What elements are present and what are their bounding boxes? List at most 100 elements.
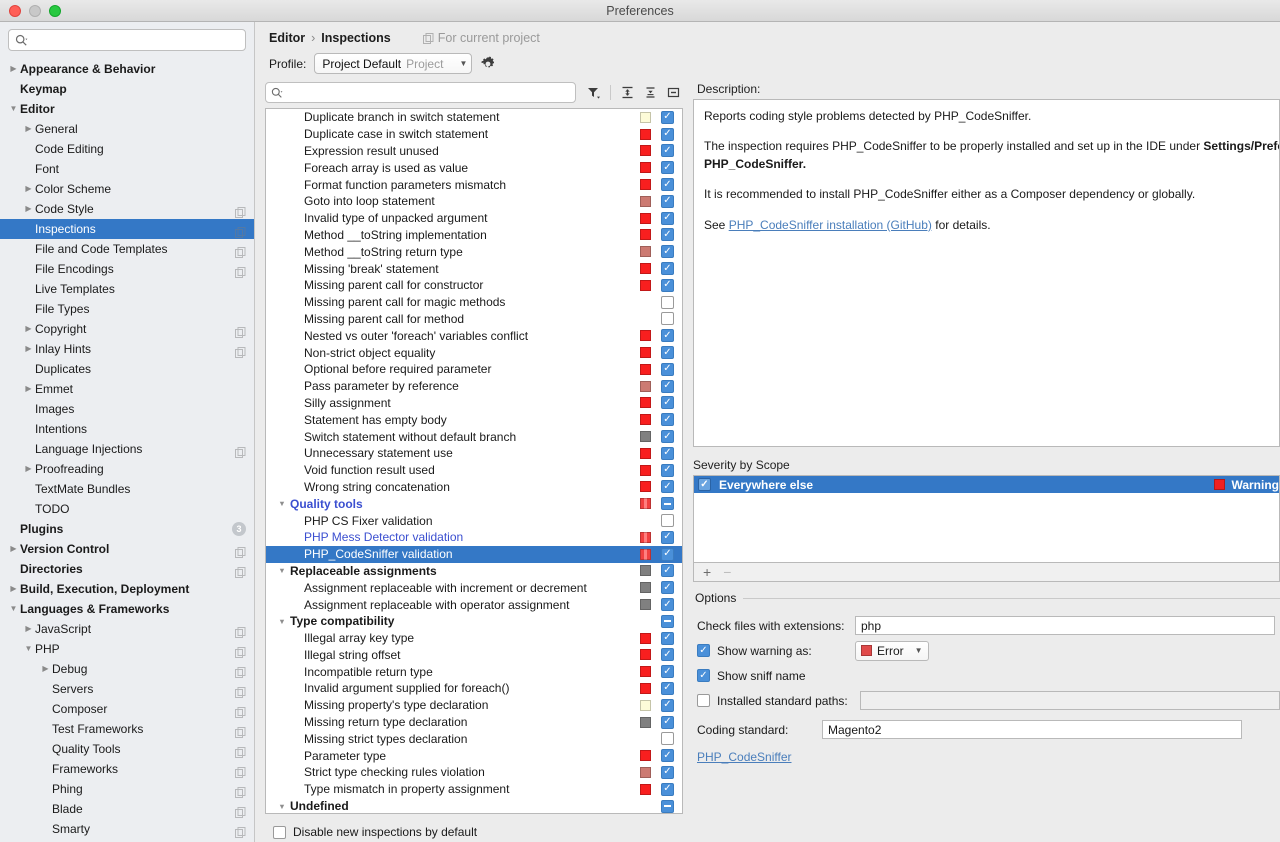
sidebar-item-general[interactable]: ▶General [0,119,254,139]
chevron-down-icon[interactable]: ▼ [276,566,288,575]
chevron-right-icon[interactable]: ▶ [7,539,20,559]
inspection-enabled-checkbox[interactable]: ✓ [661,766,674,779]
inspection-row[interactable]: Parameter type✓ [266,747,682,764]
sidebar-item-quality-tools[interactable]: Quality Tools [0,739,254,759]
inspection-row[interactable]: Incompatible return type✓ [266,663,682,680]
sidebar-item-appearance-behavior[interactable]: ▶Appearance & Behavior [0,59,254,79]
expand-all-icon[interactable] [618,83,637,102]
inspection-enabled-checkbox[interactable]: ✓ [661,413,674,426]
inspection-enabled-checkbox[interactable] [661,615,674,628]
remove-scope-button[interactable]: − [723,564,731,580]
sidebar-item-proofreading[interactable]: ▶Proofreading [0,459,254,479]
add-scope-button[interactable]: + [703,564,711,580]
sidebar-search-input[interactable] [31,32,245,48]
inspection-row[interactable]: Missing parent call for method [266,311,682,328]
sidebar-item-copyright[interactable]: ▶Copyright [0,319,254,339]
inspection-enabled-checkbox[interactable] [661,296,674,309]
inspection-enabled-checkbox[interactable]: ✓ [661,363,674,376]
inspection-enabled-checkbox[interactable]: ✓ [661,380,674,393]
inspection-enabled-checkbox[interactable] [661,514,674,527]
minimize-window-button[interactable] [29,5,41,17]
chevron-right-icon[interactable]: ▶ [22,119,35,139]
chevron-right-icon[interactable]: ▶ [22,379,35,399]
sidebar-item-blade[interactable]: Blade [0,799,254,819]
inspection-row[interactable]: Duplicate case in switch statement✓ [266,126,682,143]
inspection-enabled-checkbox[interactable]: ✓ [661,632,674,645]
inspection-enabled-checkbox[interactable] [661,732,674,745]
sidebar-search-box[interactable] [8,29,246,51]
chevron-down-icon[interactable]: ▼ [7,99,20,119]
inspection-row[interactable]: ▼Quality tools [266,495,682,512]
chevron-right-icon[interactable]: ▶ [22,339,35,359]
inspection-enabled-checkbox[interactable]: ✓ [661,161,674,174]
inspection-enabled-checkbox[interactable]: ✓ [661,144,674,157]
inspection-row[interactable]: Missing parent call for magic methods [266,294,682,311]
sidebar-item-todo[interactable]: TODO [0,499,254,519]
inspection-enabled-checkbox[interactable]: ✓ [661,564,674,577]
chevron-down-icon[interactable]: ▼ [7,599,20,619]
sidebar-item-file-and-code-templates[interactable]: File and Code Templates [0,239,254,259]
sidebar-item-inlay-hints[interactable]: ▶Inlay Hints [0,339,254,359]
chevron-down-icon[interactable]: ▼ [276,617,288,626]
inspection-enabled-checkbox[interactable]: ✓ [661,665,674,678]
inspection-row[interactable]: Strict type checking rules violation✓ [266,764,682,781]
inspection-row[interactable]: Invalid type of unpacked argument✓ [266,210,682,227]
inspection-enabled-checkbox[interactable]: ✓ [661,581,674,594]
inspection-enabled-checkbox[interactable]: ✓ [661,430,674,443]
sidebar-item-code-style[interactable]: ▶Code Style [0,199,254,219]
inspection-row[interactable]: Void function result used✓ [266,462,682,479]
sidebar-item-test-frameworks[interactable]: Test Frameworks [0,719,254,739]
disable-new-inspections-row[interactable]: Disable new inspections by default [265,814,683,842]
chevron-right-icon[interactable]: ▶ [22,459,35,479]
inspection-enabled-checkbox[interactable]: ✓ [661,279,674,292]
maximize-window-button[interactable] [49,5,61,17]
settings-category-tree[interactable]: ▶Appearance & BehaviorKeymap▼Editor▶Gene… [0,57,254,842]
sidebar-item-php[interactable]: ▼PHP [0,639,254,659]
inspections-list[interactable]: Duplicate branch in switch statement✓Dup… [265,108,683,814]
inspection-enabled-checkbox[interactable] [661,800,674,813]
inspection-row[interactable]: Illegal array key type✓ [266,630,682,647]
breadcrumb-parent[interactable]: Editor [269,31,305,45]
inspection-enabled-checkbox[interactable]: ✓ [661,178,674,191]
inspection-enabled-checkbox[interactable]: ✓ [661,682,674,695]
inspection-row[interactable]: Method __toString implementation✓ [266,227,682,244]
inspection-row[interactable]: PHP Mess Detector validation✓ [266,529,682,546]
chevron-down-icon[interactable]: ▼ [22,639,35,659]
inspection-enabled-checkbox[interactable]: ✓ [661,111,674,124]
inspection-row[interactable]: Silly assignment✓ [266,395,682,412]
inspection-enabled-checkbox[interactable]: ✓ [661,716,674,729]
inspection-row[interactable]: Nested vs outer 'foreach' variables conf… [266,327,682,344]
inspection-enabled-checkbox[interactable]: ✓ [661,464,674,477]
collapse-all-icon[interactable] [641,83,660,102]
sidebar-item-live-templates[interactable]: Live Templates [0,279,254,299]
sidebar-item-inspections[interactable]: Inspections [0,219,254,239]
chevron-right-icon[interactable]: ▶ [7,59,20,79]
sidebar-item-keymap[interactable]: Keymap [0,79,254,99]
inspection-row[interactable]: Missing parent call for constructor✓ [266,277,682,294]
sidebar-item-language-injections[interactable]: Language Injections [0,439,254,459]
inspection-enabled-checkbox[interactable] [661,497,674,510]
inspection-enabled-checkbox[interactable]: ✓ [661,648,674,661]
sidebar-item-editor[interactable]: ▼Editor [0,99,254,119]
inspection-enabled-checkbox[interactable]: ✓ [661,531,674,544]
sidebar-item-build-execution-deployment[interactable]: ▶Build, Execution, Deployment [0,579,254,599]
profile-select[interactable]: Project Default Project ▼ [314,53,472,74]
inspection-row[interactable]: Illegal string offset✓ [266,647,682,664]
inspection-enabled-checkbox[interactable]: ✓ [661,699,674,712]
sidebar-item-directories[interactable]: Directories [0,559,254,579]
chevron-right-icon[interactable]: ▶ [22,619,35,639]
chevron-right-icon[interactable]: ▶ [7,579,20,599]
severity-scope-checkbox[interactable]: ✓ [698,478,711,491]
codesniffer-settings-link[interactable]: PHP_CodeSniffer [693,750,792,764]
gear-icon[interactable] [480,56,496,72]
inspection-enabled-checkbox[interactable]: ✓ [661,598,674,611]
inspection-row[interactable]: Assignment replaceable with increment or… [266,579,682,596]
inspection-enabled-checkbox[interactable]: ✓ [661,447,674,460]
inspection-enabled-checkbox[interactable]: ✓ [661,128,674,141]
inspection-enabled-checkbox[interactable]: ✓ [661,783,674,796]
installed-paths-input[interactable] [860,691,1280,710]
inspection-enabled-checkbox[interactable]: ✓ [661,212,674,225]
check-extensions-input[interactable]: php [855,616,1275,635]
inspections-search-box[interactable] [265,82,576,103]
inspection-row[interactable]: Non-strict object equality✓ [266,344,682,361]
